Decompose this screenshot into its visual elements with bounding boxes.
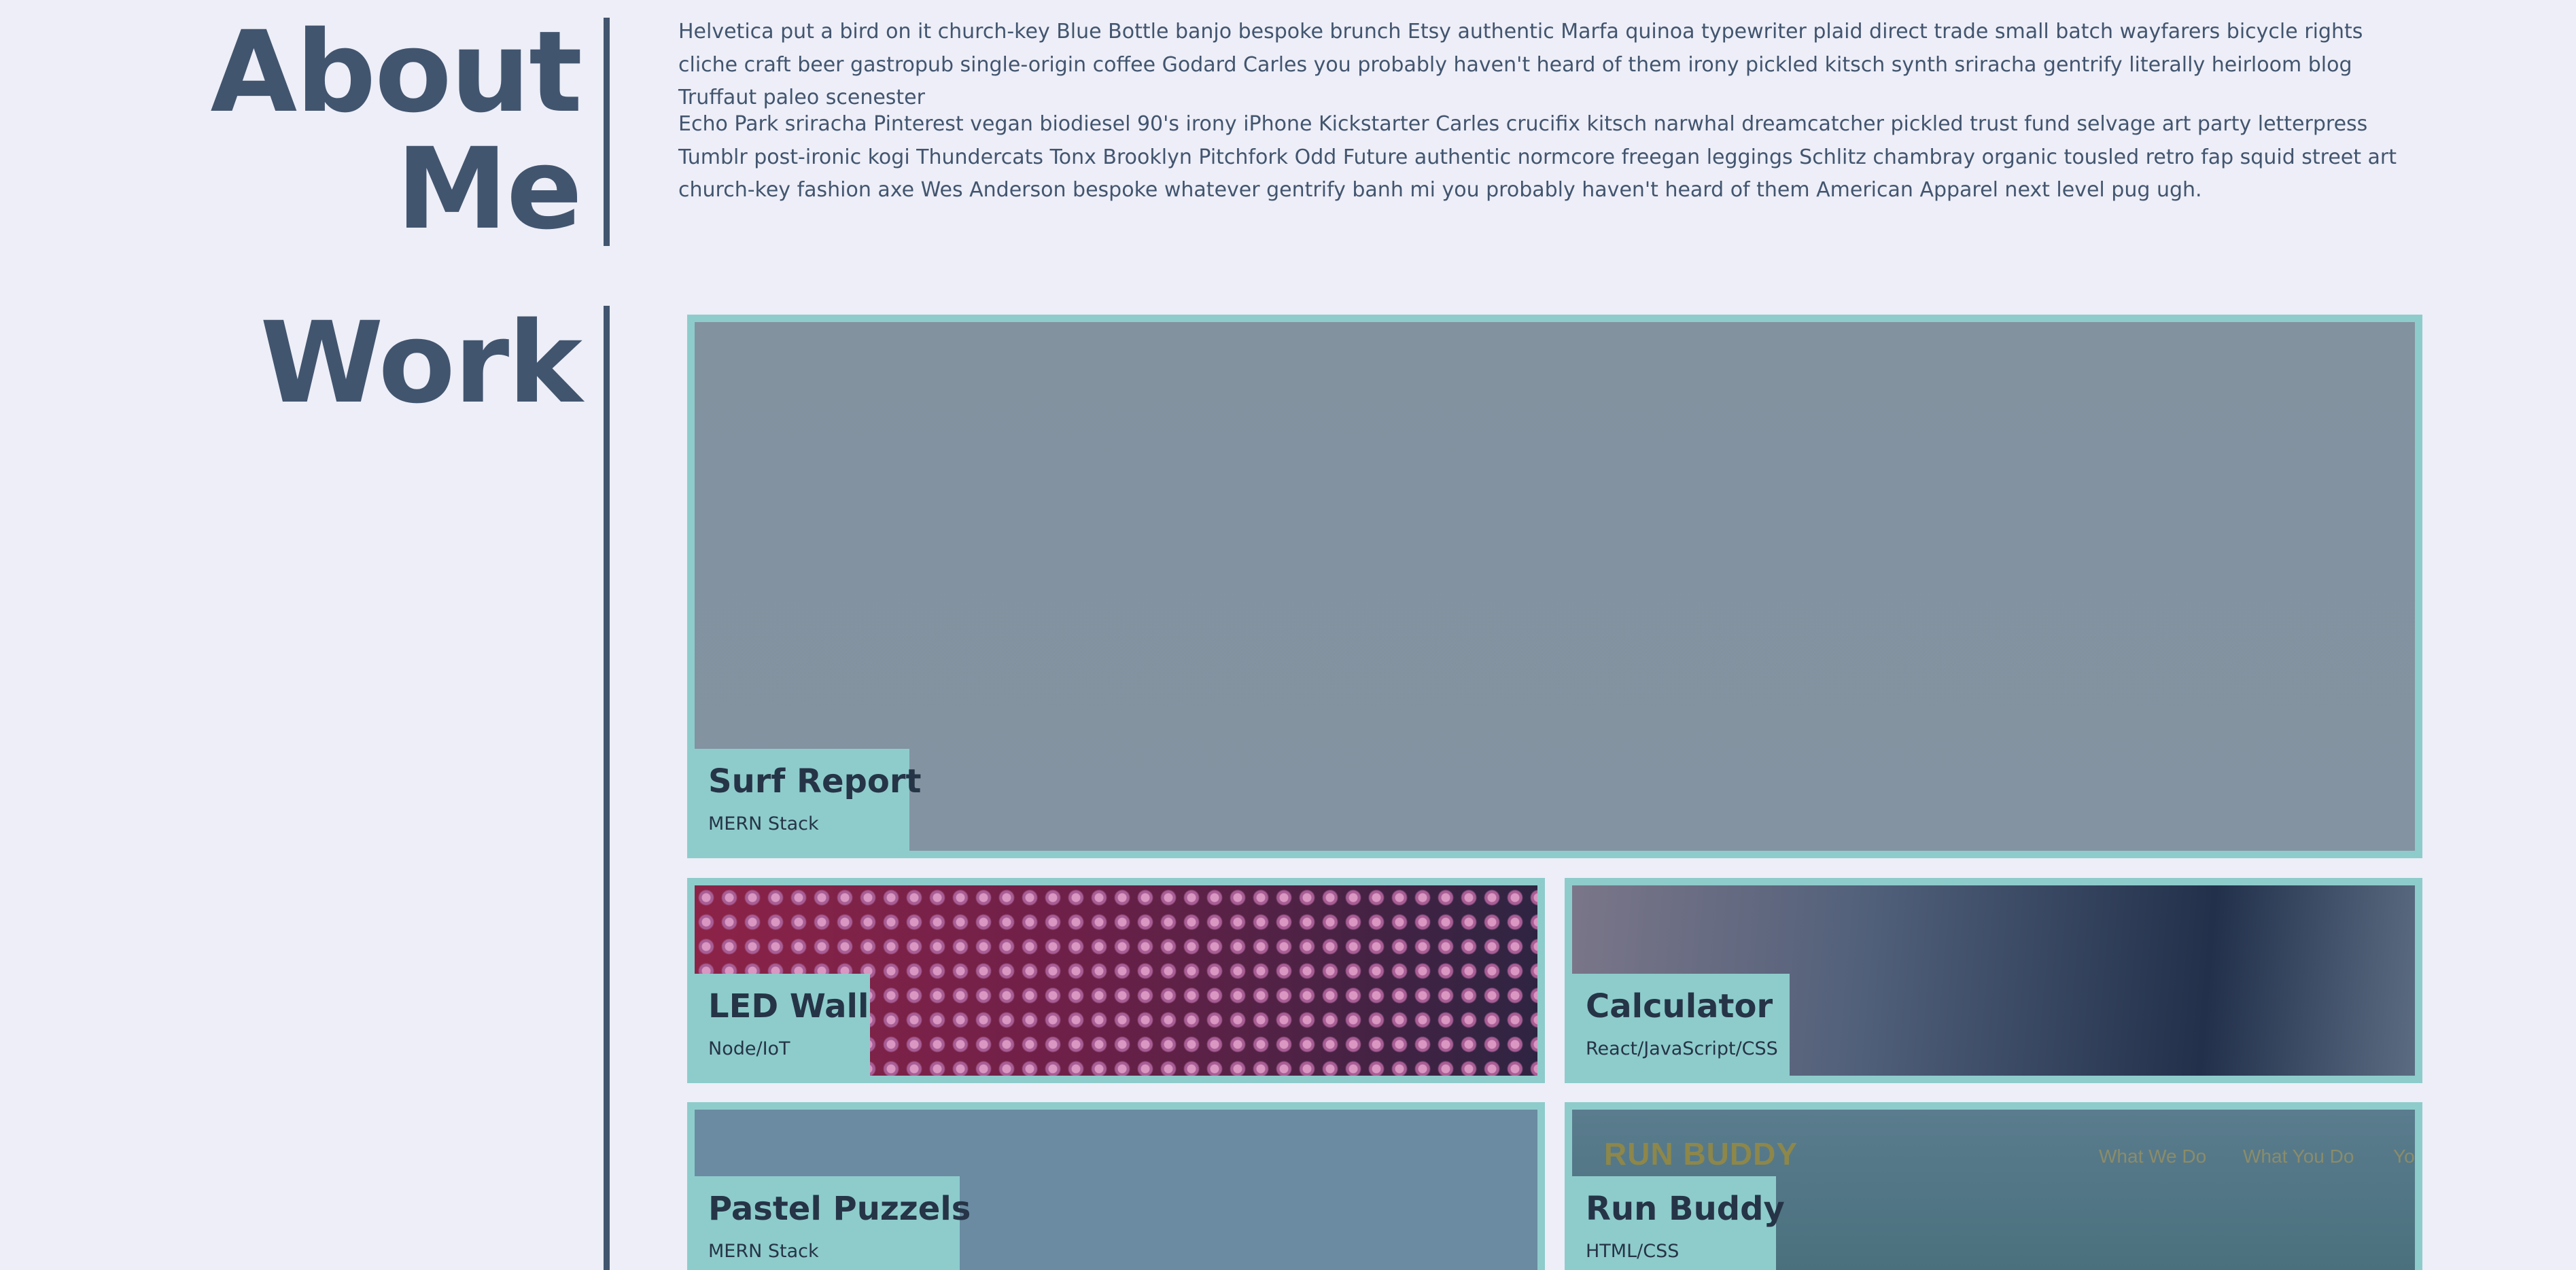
work-divider xyxy=(604,306,610,1270)
project-card-calculator[interactable]: Calculator React/JavaScript/CSS xyxy=(1565,878,2422,1083)
project-label: Run Buddy HTML/CSS xyxy=(1572,1176,1785,1270)
project-tech: Node/IoT xyxy=(708,1038,790,1059)
about-divider xyxy=(604,18,610,246)
run-buddy-preview-nav-item: What You Do xyxy=(2243,1146,2354,1167)
project-title: Pastel Puzzels xyxy=(708,1190,971,1228)
project-card-surf-report[interactable]: Surf Report MERN Stack xyxy=(687,315,2422,858)
project-label: LED Wall Node/IoT xyxy=(695,974,870,1076)
about-heading-line1: About xyxy=(210,7,582,137)
project-card-pastel-puzzels[interactable]: Pastel Puzzels MERN Stack xyxy=(687,1102,1545,1270)
run-buddy-preview-nav-item: What We Do xyxy=(2099,1146,2207,1167)
project-tech: MERN Stack xyxy=(708,813,819,834)
project-tech: HTML/CSS xyxy=(1586,1241,1679,1262)
about-paragraph-1: Helvetica put a bird on it church-key Bl… xyxy=(678,20,2363,109)
project-label: Pastel Puzzels MERN Stack xyxy=(695,1176,971,1270)
about-paragraph-2: Echo Park sriracha Pinterest vegan biodi… xyxy=(678,112,2397,202)
project-label: Surf Report MERN Stack xyxy=(695,749,921,851)
work-heading: Work xyxy=(260,298,582,428)
project-title: Run Buddy xyxy=(1586,1190,1785,1228)
project-card-led-wall[interactable]: LED Wall Node/IoT xyxy=(687,878,1545,1083)
project-title: Surf Report xyxy=(708,762,922,800)
about-heading-line2: Me xyxy=(396,124,582,254)
portfolio-page: About Me Helvetica put a bird on it chur… xyxy=(0,0,2576,1270)
project-card-run-buddy[interactable]: RUN BUDDY What We Do What You Do Yo Run … xyxy=(1565,1102,2422,1270)
project-label: Calculator React/JavaScript/CSS xyxy=(1572,974,1790,1076)
run-buddy-preview-logo: RUN BUDDY xyxy=(1604,1136,1798,1171)
project-title: Calculator xyxy=(1586,987,1773,1025)
project-tech: React/JavaScript/CSS xyxy=(1586,1038,1778,1059)
project-tech: MERN Stack xyxy=(708,1241,819,1262)
run-buddy-preview-nav-item: Yo xyxy=(2393,1146,2415,1167)
project-title: LED Wall xyxy=(708,987,869,1025)
project-image-surf-report xyxy=(695,322,2415,851)
about-heading: About Me xyxy=(210,14,582,247)
